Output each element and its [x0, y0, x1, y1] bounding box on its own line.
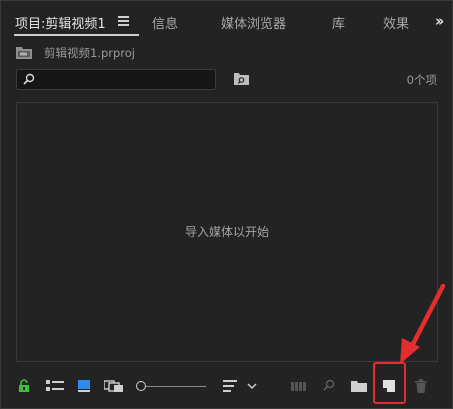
- lock-icon[interactable]: [18, 379, 30, 393]
- search-icon: [23, 73, 35, 85]
- item-count: 0个项: [406, 73, 437, 87]
- sort-icon[interactable]: [223, 379, 237, 393]
- chevron-down-icon[interactable]: [247, 379, 257, 393]
- tab-info[interactable]: 信息: [152, 13, 178, 32]
- highlight-box-annotation: [373, 362, 406, 404]
- tab-libraries[interactable]: 库: [332, 13, 345, 32]
- tab-project[interactable]: 项目:剪辑视频1: [15, 13, 106, 32]
- list-view-icon[interactable]: [46, 379, 64, 393]
- project-file-icon: [16, 47, 32, 59]
- new-bin-icon[interactable]: [351, 379, 367, 393]
- zoom-slider-track[interactable]: [144, 386, 206, 387]
- project-file-name: 剪辑视频1.prproj: [44, 46, 136, 60]
- import-media-hint: 导入媒体以开始: [184, 225, 269, 239]
- project-panel: 项目:剪辑视频1 信息 媒体浏览器 库 效果 ›› 剪辑视频1.prproj 0…: [0, 0, 453, 409]
- project-content-area[interactable]: 导入媒体以开始: [16, 102, 438, 362]
- find-icon[interactable]: [322, 379, 335, 393]
- new-search-bin-icon[interactable]: [234, 72, 249, 85]
- zoom-slider-handle[interactable]: [136, 381, 146, 391]
- panel-menu-icon[interactable]: [118, 16, 129, 26]
- search-input[interactable]: [39, 71, 209, 87]
- active-tab-indicator: [14, 34, 139, 36]
- panel-tab-bar: 项目:剪辑视频1 信息 媒体浏览器 库 效果 ››: [1, 1, 452, 39]
- tab-effects[interactable]: 效果: [383, 13, 409, 32]
- tab-media-browser[interactable]: 媒体浏览器: [221, 13, 286, 32]
- automate-to-sequence-icon[interactable]: [291, 379, 307, 393]
- icon-view-icon[interactable]: [77, 379, 91, 393]
- red-arrow-annotation: [400, 284, 446, 364]
- tab-overflow-icon[interactable]: ››: [435, 12, 445, 30]
- trash-icon[interactable]: [415, 379, 427, 393]
- search-field[interactable]: [16, 69, 216, 90]
- freeform-view-icon[interactable]: [104, 379, 124, 393]
